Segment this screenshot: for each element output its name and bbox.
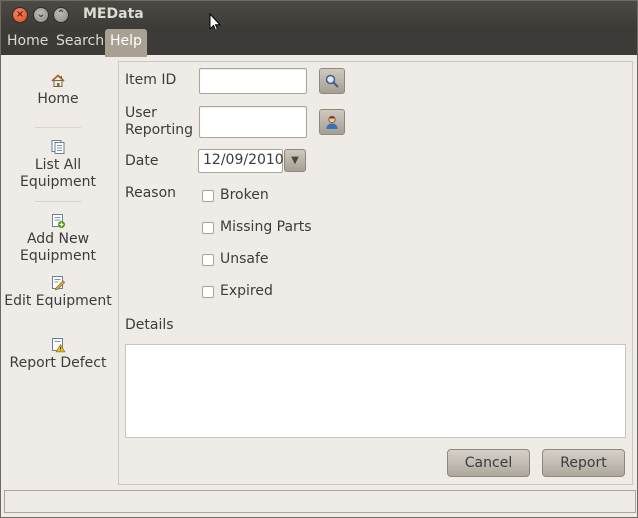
date-dropdown-button[interactable]: ▼: [284, 149, 306, 172]
close-icon: ×: [15, 9, 25, 20]
reason-expired-checkbox[interactable]: [202, 286, 214, 298]
reason-unsafe-label[interactable]: Unsafe: [220, 251, 269, 268]
date-field[interactable]: 12/09/2010: [198, 149, 284, 173]
edit-document-icon: [52, 276, 66, 291]
menu-home[interactable]: Home: [2, 29, 53, 55]
item-id-label: Item ID: [125, 72, 177, 88]
home-icon: [51, 74, 65, 87]
sidebar-item-edit-label: Edit Equipment: [4, 293, 112, 309]
minimize-icon: ⌄: [36, 9, 46, 20]
sidebar-item-add-new-equipment[interactable]: Add New Equipment: [1, 213, 115, 265]
report-button[interactable]: Report: [542, 449, 625, 477]
menu-bar: Home Search Help: [1, 29, 637, 57]
list-icon: [51, 140, 65, 154]
status-bar: [4, 490, 636, 513]
details-textarea[interactable]: [125, 344, 626, 438]
user-lookup-button[interactable]: [319, 109, 345, 135]
sidebar-item-list-all-equipment[interactable]: List All Equipment: [1, 139, 115, 191]
cancel-button[interactable]: Cancel: [447, 449, 530, 477]
maximize-icon: ⌃: [56, 9, 66, 20]
reason-broken-checkbox[interactable]: [202, 190, 214, 202]
reason-label: Reason: [125, 185, 177, 201]
reason-unsafe-checkbox[interactable]: [202, 254, 214, 266]
item-id-input[interactable]: [199, 68, 307, 94]
sidebar-divider: [35, 201, 81, 202]
sidebar-item-add-label: Add New Equipment: [20, 231, 96, 264]
add-document-icon: [52, 214, 65, 228]
item-search-button[interactable]: [319, 68, 345, 94]
minimize-window-button[interactable]: ⌄: [33, 7, 49, 23]
reason-broken-label[interactable]: Broken: [220, 187, 269, 204]
user-reporting-input[interactable]: [199, 106, 307, 138]
sidebar-item-report-label: Report Defect: [9, 355, 107, 371]
sidebar-divider: [35, 127, 81, 128]
search-icon: [325, 74, 339, 88]
user-reporting-label: User Reporting: [125, 105, 194, 138]
date-label: Date: [125, 153, 159, 169]
sidebar-item-home-label: Home: [37, 91, 79, 107]
menu-help[interactable]: Help: [105, 29, 147, 57]
reason-missing-parts-label[interactable]: Missing Parts: [220, 219, 312, 236]
close-window-button[interactable]: ×: [12, 7, 28, 23]
menu-search[interactable]: Search: [51, 29, 109, 55]
warning-document-icon: [52, 338, 66, 353]
reason-expired-label[interactable]: Expired: [220, 283, 273, 300]
reason-missing-parts-checkbox[interactable]: [202, 222, 214, 234]
details-label: Details: [125, 317, 174, 333]
sidebar: Home List All Equipment Add New Equipmen…: [1, 55, 115, 485]
app-window: × ⌄ ⌃ MEData Home Search Help Home List …: [0, 0, 638, 518]
sidebar-item-home[interactable]: Home: [1, 73, 115, 108]
dropdown-arrow-icon: ▼: [291, 155, 299, 166]
sidebar-item-report-defect[interactable]: Report Defect: [1, 337, 115, 372]
title-bar[interactable]: × ⌄ ⌃ MEData: [1, 1, 637, 29]
user-icon: [326, 115, 338, 129]
report-defect-form: Item ID User Reporting Date 12/09/2010 ▼…: [118, 61, 633, 485]
sidebar-item-edit-equipment[interactable]: Edit Equipment: [1, 275, 115, 310]
sidebar-item-list-label: List All Equipment: [20, 157, 96, 190]
window-title: MEData: [83, 6, 144, 22]
maximize-window-button[interactable]: ⌃: [53, 7, 69, 23]
